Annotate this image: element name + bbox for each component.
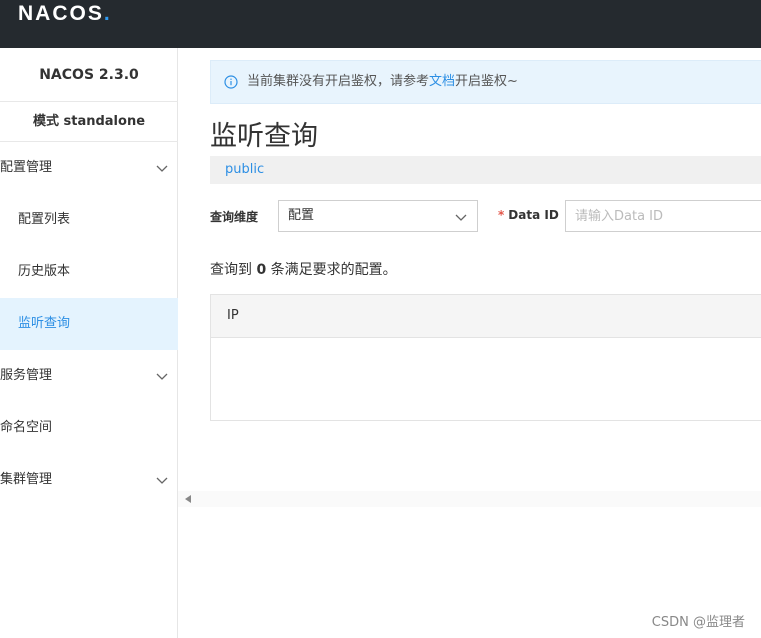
auth-notice: 当前集群没有开启鉴权，请参考文档开启鉴权~ [210,60,761,104]
table-header-ip: IP [211,295,761,338]
data-id-label-text: Data ID [508,208,559,222]
sidebar-item-label: 集群管理 [0,472,53,487]
sidebar-item-listener-query[interactable]: 监听查询 [0,298,178,350]
logo-text: NACOS [18,2,104,25]
horizontal-scrollbar[interactable] [178,491,761,507]
namespace-tab-public[interactable]: public [225,162,264,177]
required-marker: * [498,208,505,222]
scroll-left-icon[interactable] [185,495,191,503]
nacos-logo[interactable]: NACOS. [18,2,112,26]
notice-text: 当前集群没有开启鉴权，请参考 [247,74,430,89]
main-content: 当前集群没有开启鉴权，请参考文档开启鉴权~ 监听查询 public 查询维度 配… [178,48,761,638]
sidebar-item-label: 配置列表 [18,212,71,227]
result-suffix: 条满足要求的配置。 [270,262,397,278]
top-navbar: NACOS. [0,0,761,48]
sidebar-item-label: 服务管理 [0,368,53,383]
sidebar-item-config-management[interactable]: 配置管理 [0,142,178,194]
data-id-label: * Data ID [498,208,559,222]
chevron-down-icon [156,373,168,380]
sidebar-item-label: 命名空间 [0,420,53,435]
watermark: CSDN @监理者 [651,615,745,630]
dimension-label: 查询维度 [210,210,259,224]
data-id-input[interactable] [565,200,761,232]
sidebar-mode: 模式 standalone [0,102,178,142]
sidebar-item-service-management[interactable]: 服务管理 [0,350,178,402]
result-count: 0 [256,262,267,278]
chevron-down-icon [156,165,168,172]
sidebar-version: NACOS 2.3.0 [0,48,178,102]
info-icon [224,75,238,89]
logo-dot: . [103,2,112,25]
result-prefix: 查询到 [210,262,252,278]
page-title: 监听查询 [210,121,318,152]
sidebar-item-label: 历史版本 [18,264,71,279]
sidebar-item-history[interactable]: 历史版本 [0,246,178,298]
dimension-select-value: 配置 [288,208,315,223]
chevron-down-icon [156,477,168,484]
sidebar-item-label: 配置管理 [0,160,53,175]
dimension-select[interactable]: 配置 [278,200,478,232]
sidebar-item-label: 监听查询 [18,316,71,331]
results-table: IP [210,294,761,421]
sidebar-item-cluster-management[interactable]: 集群管理 [0,454,178,506]
chevron-down-icon [455,214,467,221]
sidebar-item-namespace[interactable]: 命名空间 [0,402,178,454]
sidebar-item-config-list[interactable]: 配置列表 [0,194,178,246]
namespace-bar: public [210,156,761,184]
docs-link[interactable]: 文档 [429,74,455,89]
sidebar: NACOS 2.3.0 模式 standalone 配置管理 配置列表 历史版本… [0,48,178,638]
result-summary: 查询到 0 条满足要求的配置。 [210,259,397,279]
notice-text-suffix: 开启鉴权~ [455,74,518,89]
